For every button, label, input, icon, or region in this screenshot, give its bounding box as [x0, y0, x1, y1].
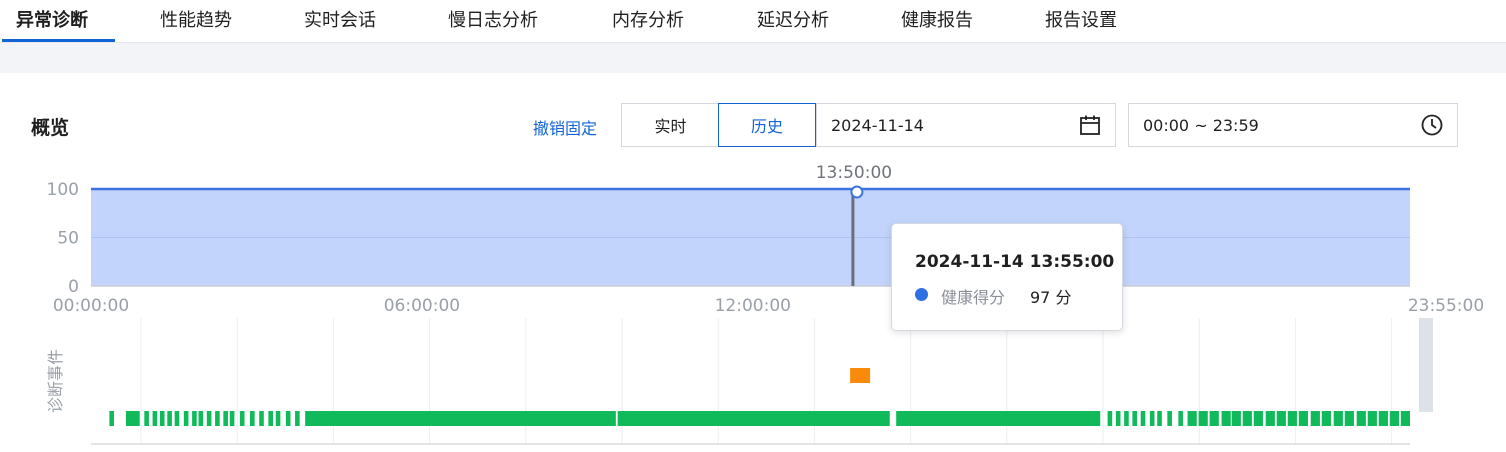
normal-event-mark [1400, 411, 1410, 426]
normal-event-mark [275, 411, 281, 426]
normal-event-mark [1333, 411, 1343, 426]
normal-event-mark [1321, 411, 1331, 426]
normal-event-mark [250, 411, 255, 426]
normal-event-mark [305, 411, 347, 426]
normal-event-mark [1124, 411, 1129, 426]
normal-event-mark [1178, 411, 1183, 426]
y-tick-label: 0 [68, 277, 79, 297]
normal-event-mark [1140, 411, 1146, 426]
normal-event-mark [198, 411, 204, 426]
normal-event-mark [152, 411, 158, 426]
normal-event-mark [285, 411, 291, 426]
tooltip-title: 2024-11-14 13:55:00 [915, 252, 1115, 272]
normal-event-mark [1187, 411, 1197, 426]
normal-event-mark [109, 411, 114, 426]
normal-event-mark [1115, 411, 1121, 426]
normal-event-mark [167, 411, 172, 426]
series-dot-icon [915, 288, 928, 301]
normal-event-mark [206, 411, 212, 426]
normal-event-mark [192, 411, 197, 426]
pinned-marker-label: 13:50:00 [816, 163, 892, 183]
normal-event-mark [1231, 411, 1241, 426]
normal-event-mark [1149, 411, 1155, 426]
tooltip-value: 97 分 [1030, 288, 1072, 307]
normal-event-mark [268, 411, 273, 426]
normal-event-mark [1253, 411, 1263, 426]
y-tick-label: 100 [47, 180, 79, 200]
normal-event-mark [259, 411, 264, 426]
normal-event-mark [1167, 411, 1172, 426]
x-tick-label: 00:00:00 [53, 296, 129, 316]
normal-event-mark [229, 411, 235, 426]
normal-event-mark [1344, 411, 1354, 426]
normal-event-mark [346, 411, 616, 426]
normal-event-mark [144, 411, 149, 426]
normal-event-mark [1378, 411, 1388, 426]
normal-event-mark [125, 411, 140, 426]
normal-event-mark [1389, 411, 1399, 426]
normal-event-mark [896, 411, 1101, 426]
normal-event-mark [295, 411, 300, 426]
chart-tooltip: 2024-11-14 13:55:00 健康得分 97 分 [891, 223, 1123, 331]
x-tick-label: 23:55:00 [1408, 296, 1484, 316]
normal-event-mark [1209, 411, 1219, 426]
normal-event-mark [215, 411, 220, 426]
tooltip-series-label: 健康得分 [941, 288, 1006, 307]
normal-event-mark [1221, 411, 1231, 426]
normal-event-mark [1157, 411, 1162, 426]
normal-event-mark [223, 411, 228, 426]
normal-event-mark [617, 411, 890, 426]
health-score-chart[interactable]: 100500 00:00:00 06:00:00 12:00:00 23:55:00 … [0, 0, 1506, 452]
x-tick-label: 06:00:00 [384, 296, 460, 316]
normal-event-mark [1310, 411, 1320, 426]
normal-event-mark [1298, 411, 1308, 426]
normal-event-mark [183, 411, 189, 426]
normal-event-mark [1242, 411, 1252, 426]
normal-event-mark [1356, 411, 1366, 426]
normal-event-mark [1367, 411, 1377, 426]
normal-event-mark [159, 411, 165, 426]
events-scrollbar[interactable] [1419, 318, 1433, 412]
normal-event-mark [1132, 411, 1138, 426]
x-tick-label: 12:00:00 [715, 296, 791, 316]
y-tick-label: 50 [57, 229, 79, 249]
warning-event-mark [850, 368, 871, 383]
normal-event-mark [1107, 411, 1113, 426]
normal-event-mark [1276, 411, 1286, 426]
normal-event-mark [1198, 411, 1208, 426]
normal-event-mark [1265, 411, 1275, 426]
normal-event-mark [174, 411, 180, 426]
normal-event-mark [239, 411, 245, 426]
events-axis-label: 诊断事件 [46, 349, 65, 413]
pinned-marker-dot [850, 185, 864, 199]
normal-event-mark [1287, 411, 1297, 426]
